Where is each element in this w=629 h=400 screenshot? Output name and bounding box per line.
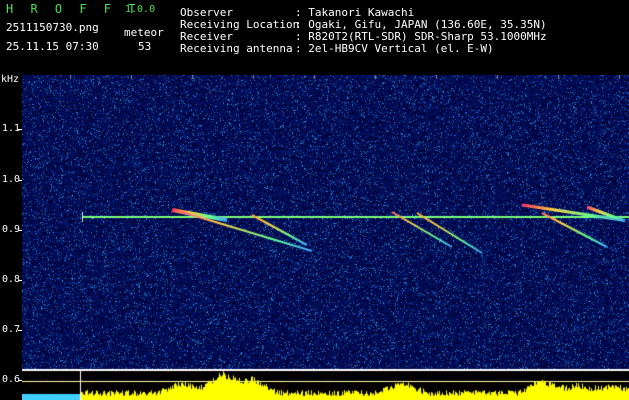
info-value-antenna: : 2el-HB9CV Vertical (el. E-W) bbox=[295, 42, 494, 55]
spectrogram-waterfall[interactable] bbox=[22, 75, 629, 400]
brand-text: H R O F F T bbox=[6, 2, 141, 16]
meteor-count: 53 bbox=[138, 40, 152, 53]
info-key-antenna: Receiving antenna bbox=[180, 42, 293, 55]
freq-unit-label: kHz bbox=[1, 74, 20, 85]
app-version: 1.0.0 bbox=[125, 4, 156, 15]
capture-datetime: 25.11.15 07:30 bbox=[6, 40, 99, 53]
app-brand: H R O F F T bbox=[6, 2, 140, 16]
mode-label: meteor bbox=[124, 26, 164, 39]
file-name: 2511150730.png bbox=[6, 21, 99, 34]
